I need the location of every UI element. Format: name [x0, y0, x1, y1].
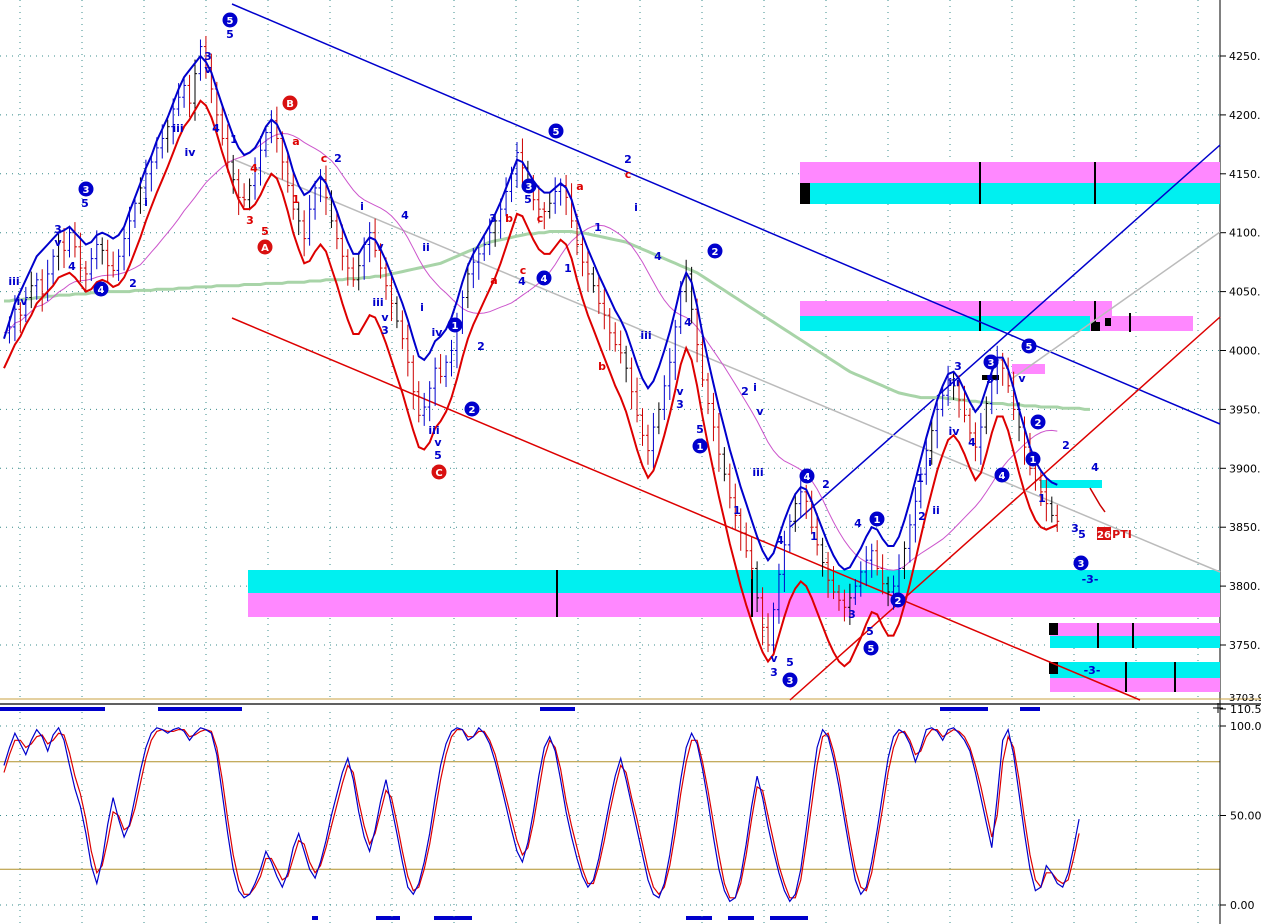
osc-signal-bar-bottom: [376, 916, 400, 920]
osc-signal-bar-bottom: [312, 916, 318, 920]
osc-signal-bar-bottom: [686, 916, 712, 920]
osc-signal-bar-bottom: [770, 916, 808, 920]
stoch-k-line: [3, 726, 1080, 903]
osc-signal-bar-bottom: [434, 916, 472, 920]
oscillator-panel: 110.5 100.0 50.00 0.00: [0, 703, 1261, 924]
osc-signal-bar-top: [540, 707, 575, 711]
osc-tick-label: 50.00: [1230, 810, 1261, 823]
osc-signal-bar-top: [940, 707, 988, 711]
osc-signal-bar-bottom: [728, 916, 754, 920]
osc-signal-bar-top: [0, 707, 105, 711]
elliott-wave-chart: 4250. 4200. 4150. 4100. 4050. 4000. 3950. 3900.…: [0, 0, 1261, 924]
osc-signal-bar-top: [158, 707, 242, 711]
osc-tick-label: 100.0: [1230, 720, 1261, 733]
osc-tick-label: 110.5: [1230, 703, 1261, 716]
osc-tick-label: 0.00: [1230, 899, 1255, 912]
osc-signal-bar-top: [1020, 707, 1040, 711]
